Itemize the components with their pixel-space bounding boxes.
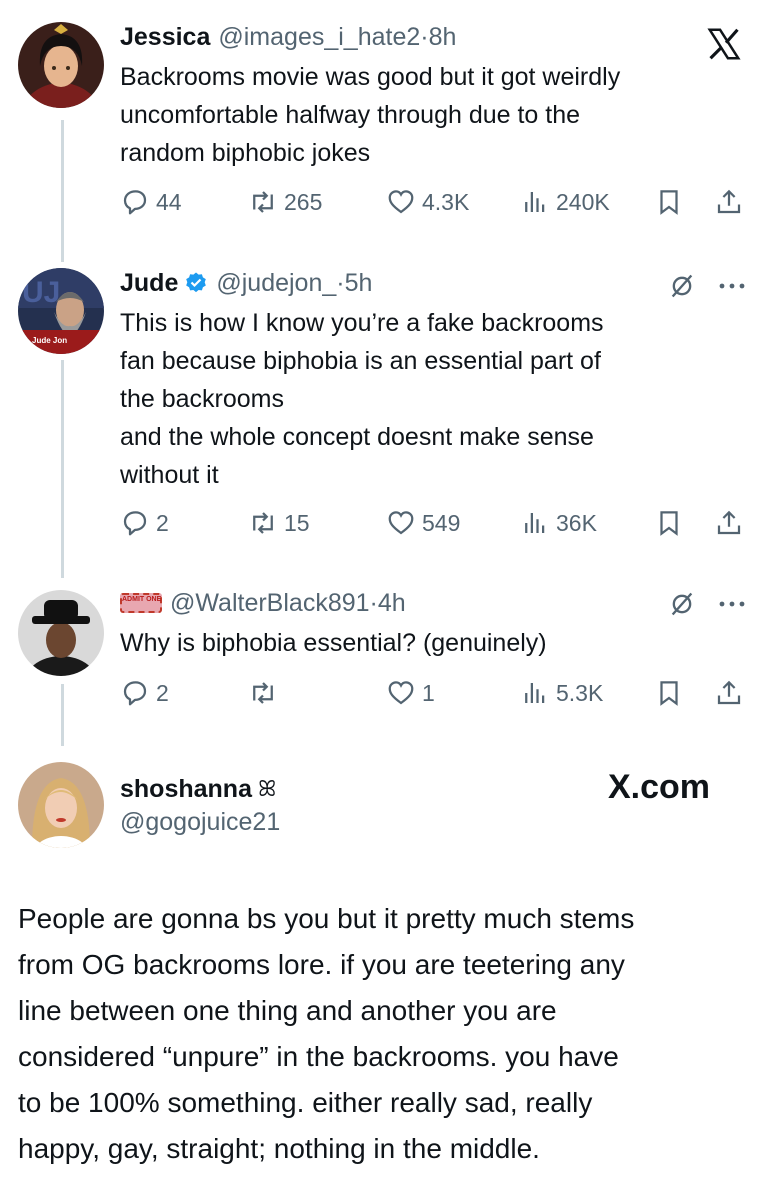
reply-count: 2 bbox=[156, 509, 169, 536]
reply-count: 44 bbox=[156, 188, 182, 215]
like-button[interactable]: 4.3K bbox=[386, 182, 469, 222]
author-handle[interactable]: @gogojuice21 bbox=[120, 808, 280, 837]
like-count: 4.3K bbox=[422, 188, 470, 215]
views-button[interactable]: 240K bbox=[520, 182, 610, 222]
reply-icon bbox=[120, 678, 150, 708]
tweet-text: Backrooms movie was good but it got weir… bbox=[120, 63, 621, 167]
author-name[interactable]: shoshanna bbox=[120, 775, 252, 804]
ticket-badge: ADMIT ONE bbox=[120, 593, 162, 613]
bookmark-icon[interactable] bbox=[654, 503, 684, 543]
repost-count: 15 bbox=[284, 509, 310, 536]
like-icon bbox=[386, 678, 416, 708]
thread-line bbox=[61, 360, 64, 578]
share-icon[interactable] bbox=[714, 503, 744, 543]
name-symbol: ꕤ bbox=[257, 776, 277, 802]
thread-line bbox=[61, 120, 64, 262]
reply-button[interactable]: 44 bbox=[120, 182, 182, 222]
repost-button[interactable] bbox=[248, 673, 278, 713]
avatar[interactable] bbox=[18, 22, 104, 108]
svg-text:UJ: UJ bbox=[22, 276, 60, 309]
reply-text: People are gonna bs you but it pretty mu… bbox=[18, 903, 635, 1164]
like-count: 549 bbox=[422, 509, 461, 536]
like-count: 1 bbox=[422, 679, 435, 706]
share-icon[interactable] bbox=[714, 182, 744, 222]
reply-icon bbox=[120, 187, 150, 217]
like-icon bbox=[386, 508, 416, 538]
views-count: 5.3K bbox=[556, 679, 604, 706]
share-icon[interactable] bbox=[714, 673, 744, 713]
like-button[interactable]: 549 bbox=[386, 503, 460, 543]
like-button[interactable]: 1 bbox=[386, 673, 435, 713]
views-count: 36K bbox=[556, 509, 597, 536]
views-icon bbox=[520, 678, 550, 708]
verified-icon bbox=[184, 271, 208, 295]
author-handle[interactable]: @images_i_hate2·8h bbox=[218, 23, 456, 52]
reply-icon bbox=[120, 508, 150, 538]
reply-count: 2 bbox=[156, 679, 169, 706]
tweet-text: This is how I know you’re a fake backroo… bbox=[120, 309, 604, 489]
author-handle[interactable]: @judejon_·5h bbox=[216, 269, 372, 298]
views-count: 240K bbox=[556, 188, 610, 215]
action-bar: 2 15 549 36K bbox=[120, 503, 750, 543]
repost-button[interactable]: 265 bbox=[248, 182, 322, 222]
like-icon bbox=[386, 187, 416, 217]
repost-icon bbox=[248, 678, 278, 708]
avatar-caption: Jude Jon bbox=[32, 336, 67, 345]
grok-icon[interactable] bbox=[664, 588, 700, 620]
avatar[interactable]: UJ Jude Jon bbox=[18, 268, 104, 354]
author-name[interactable]: Jude bbox=[120, 269, 178, 298]
views-icon bbox=[520, 187, 550, 217]
views-button[interactable]: 5.3K bbox=[520, 673, 603, 713]
author-name[interactable]: Jessica bbox=[120, 23, 210, 52]
more-icon[interactable] bbox=[712, 588, 752, 620]
repost-count: 265 bbox=[284, 188, 323, 215]
bookmark-icon[interactable] bbox=[654, 182, 684, 222]
repost-button[interactable]: 15 bbox=[248, 503, 310, 543]
thread-line bbox=[61, 684, 64, 746]
reply-button[interactable]: 2 bbox=[120, 673, 169, 713]
source-watermark: X.com bbox=[608, 768, 711, 806]
views-button[interactable]: 36K bbox=[520, 503, 597, 543]
action-bar: 44 265 4.3K 240K bbox=[120, 182, 750, 222]
grok-icon[interactable] bbox=[664, 270, 700, 302]
avatar[interactable] bbox=[18, 590, 104, 676]
reply-button[interactable]: 2 bbox=[120, 503, 169, 543]
bookmark-icon[interactable] bbox=[654, 673, 684, 713]
avatar[interactable] bbox=[18, 762, 104, 848]
more-icon[interactable] bbox=[712, 270, 752, 302]
action-bar: 2 1 5.3K bbox=[120, 673, 750, 713]
repost-icon bbox=[248, 187, 278, 217]
repost-icon bbox=[248, 508, 278, 538]
tweet-text: Why is biphobia essential? (genuinely) bbox=[120, 629, 547, 657]
views-icon bbox=[520, 508, 550, 538]
author-handle[interactable]: @WalterBlack891·4h bbox=[170, 589, 406, 618]
